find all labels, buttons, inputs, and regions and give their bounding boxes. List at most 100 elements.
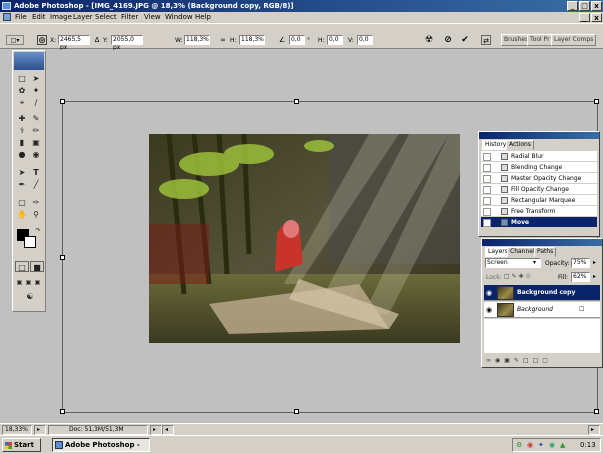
crop-tool-icon[interactable]: ⌖ bbox=[15, 97, 29, 108]
history-item[interactable]: Blending Change bbox=[481, 162, 597, 173]
scroll-left-arrow-icon[interactable]: ◂ bbox=[162, 425, 174, 435]
minimize-button[interactable]: _ bbox=[567, 1, 578, 11]
x-position-field[interactable]: 2465,5 px bbox=[58, 35, 90, 51]
antivirus-icon[interactable]: ◉ bbox=[527, 439, 533, 451]
v-skew-field[interactable]: 0,0 bbox=[357, 35, 373, 45]
start-button[interactable]: Start bbox=[2, 438, 41, 452]
pen-tool-icon[interactable]: ✒ bbox=[15, 179, 29, 190]
toolbox-header-icon[interactable] bbox=[14, 52, 44, 70]
layers-panel-titlebar[interactable] bbox=[482, 239, 602, 246]
history-item[interactable]: Free Transform bbox=[481, 206, 597, 217]
history-brush-tool-icon[interactable]: ✏ bbox=[29, 125, 43, 136]
history-item[interactable]: Master Opacity Change bbox=[481, 173, 597, 184]
brush-tool-icon[interactable]: ✎ bbox=[29, 113, 43, 124]
tab-actions[interactable]: Actions bbox=[506, 140, 534, 150]
lock-options-icons[interactable]: □ ✎ ✚ ☉ bbox=[504, 273, 531, 280]
visibility-eye-icon[interactable]: ◉ bbox=[486, 302, 492, 318]
magic-wand-tool-icon[interactable]: ✦ bbox=[29, 85, 43, 96]
y-position-field[interactable]: 2055,0 px bbox=[111, 35, 143, 51]
background-color-swatch[interactable] bbox=[24, 236, 36, 248]
path-selection-tool-icon[interactable]: ➤ bbox=[15, 167, 29, 178]
gradient-tool-icon[interactable]: ▣ bbox=[29, 137, 43, 148]
menu-help[interactable]: Help bbox=[195, 13, 211, 22]
tray-security-icon[interactable]: ◉ bbox=[549, 439, 555, 451]
menu-image[interactable]: Image bbox=[50, 13, 72, 22]
menu-file[interactable]: File bbox=[15, 13, 27, 22]
visibility-eye-icon[interactable]: ◉ bbox=[486, 285, 492, 301]
blur-tool-icon[interactable]: ● bbox=[15, 149, 29, 160]
transform-handle-top[interactable] bbox=[294, 99, 299, 104]
menu-window[interactable]: Window bbox=[165, 13, 193, 22]
scroll-right-arrow-icon[interactable]: ▸ bbox=[588, 425, 600, 435]
standard-mode-icon[interactable]: □ bbox=[15, 261, 29, 272]
close-button[interactable]: x bbox=[591, 1, 602, 11]
history-item[interactable]: Radial Blur bbox=[481, 151, 597, 162]
tab-tool-presets[interactable]: Tool Pr bbox=[527, 34, 553, 46]
imageready-jump-icon[interactable]: ☯ bbox=[19, 291, 41, 302]
quick-mask-mode-icon[interactable]: ■ bbox=[30, 261, 44, 272]
history-snapshot-checkbox[interactable] bbox=[483, 186, 491, 194]
layer-row[interactable]: ◉ Background ☐ bbox=[484, 302, 600, 318]
screen-mode-fullmenu-icon[interactable]: ▣ bbox=[24, 277, 33, 288]
network-icon[interactable]: ⚙ bbox=[516, 439, 522, 451]
menu-layer[interactable]: Layer bbox=[73, 13, 93, 22]
zoom-level-field[interactable]: 18,33% bbox=[2, 425, 32, 435]
cancel-transform-icon[interactable]: ⊘ bbox=[443, 35, 453, 45]
menu-select[interactable]: Select bbox=[95, 13, 117, 22]
width-scale-field[interactable]: 118,3% bbox=[184, 35, 210, 45]
menu-edit[interactable]: Edit bbox=[32, 13, 46, 22]
history-item[interactable]: Fill Opacity Change bbox=[481, 184, 597, 195]
status-menu-arrow-icon[interactable]: ▸ bbox=[150, 425, 162, 435]
h-skew-field[interactable]: 0,0 bbox=[327, 35, 343, 45]
palette-well-icon[interactable]: ⇄ bbox=[481, 35, 491, 45]
screen-mode-full-icon[interactable]: ▣ bbox=[33, 277, 42, 288]
restore-button[interactable]: □ bbox=[579, 1, 590, 11]
angle-field[interactable]: 0,0 bbox=[289, 35, 305, 45]
layers-list-empty-area[interactable] bbox=[484, 319, 600, 353]
layer-actions-icons[interactable]: ∞◉▣✎□□▢ bbox=[486, 357, 552, 364]
tray-warning-icon[interactable]: ▲ bbox=[560, 439, 565, 451]
history-item-selected[interactable]: Move bbox=[481, 217, 597, 228]
transform-handle-bottom[interactable] bbox=[294, 409, 299, 414]
link-icon[interactable]: ∞ bbox=[218, 35, 228, 45]
history-snapshot-checkbox[interactable] bbox=[483, 219, 491, 227]
layer-row-selected[interactable]: ◉ Background copy bbox=[484, 285, 600, 301]
document-image[interactable] bbox=[149, 134, 460, 343]
tray-app-icon[interactable]: ✦ bbox=[538, 439, 544, 451]
warp-mode-icon[interactable]: ☢ bbox=[424, 35, 434, 45]
height-scale-field[interactable]: 118,3% bbox=[239, 35, 265, 45]
doc-minimize-button[interactable]: _ bbox=[579, 13, 590, 22]
lasso-tool-icon[interactable]: ✿ bbox=[15, 85, 29, 96]
notes-tool-icon[interactable]: ▢ bbox=[15, 197, 29, 208]
history-snapshot-checkbox[interactable] bbox=[483, 197, 491, 205]
menu-view[interactable]: View bbox=[144, 13, 161, 22]
commit-transform-icon[interactable]: ✔ bbox=[460, 35, 470, 45]
dodge-tool-icon[interactable]: ◉ bbox=[29, 149, 43, 160]
tool-preset-picker[interactable]: □▾ bbox=[6, 35, 24, 45]
transform-handle-bottom-left[interactable] bbox=[60, 409, 65, 414]
opacity-slider-arrow-icon[interactable]: ▸ bbox=[593, 259, 596, 266]
type-tool-icon[interactable]: T bbox=[29, 167, 43, 178]
photoshop-app-icon[interactable] bbox=[2, 2, 11, 10]
screen-mode-standard-icon[interactable]: ▣ bbox=[15, 277, 24, 288]
history-snapshot-checkbox[interactable] bbox=[483, 175, 491, 183]
eyedropper-tool-icon[interactable]: ✑ bbox=[29, 197, 43, 208]
tab-layer-comps[interactable]: Layer Comps bbox=[551, 34, 597, 46]
hand-tool-icon[interactable]: ✋ bbox=[15, 209, 29, 220]
line-tool-icon[interactable]: ╱ bbox=[29, 179, 43, 190]
history-snapshot-checkbox[interactable] bbox=[483, 208, 491, 216]
tab-paths[interactable]: Paths bbox=[534, 247, 557, 257]
history-snapshot-checkbox[interactable] bbox=[483, 164, 491, 172]
history-snapshot-checkbox[interactable] bbox=[483, 153, 491, 161]
history-item[interactable]: Rectangular Marquee bbox=[481, 195, 597, 206]
zoom-tool-icon[interactable]: ⚲ bbox=[29, 209, 43, 220]
fill-slider-arrow-icon[interactable]: ▸ bbox=[593, 273, 596, 280]
transform-handle-bottom-right[interactable] bbox=[594, 409, 599, 414]
transform-handle-top-right[interactable] bbox=[594, 99, 599, 104]
opacity-field[interactable]: 75% bbox=[571, 258, 590, 268]
healing-brush-tool-icon[interactable]: ✚ bbox=[15, 113, 29, 124]
reference-point-icon[interactable]: ⊛ bbox=[37, 35, 47, 46]
slice-tool-icon[interactable]: ∕ bbox=[29, 97, 43, 108]
swap-colors-icon[interactable]: ↷ bbox=[33, 225, 43, 236]
doc-close-button[interactable]: x bbox=[591, 13, 602, 22]
